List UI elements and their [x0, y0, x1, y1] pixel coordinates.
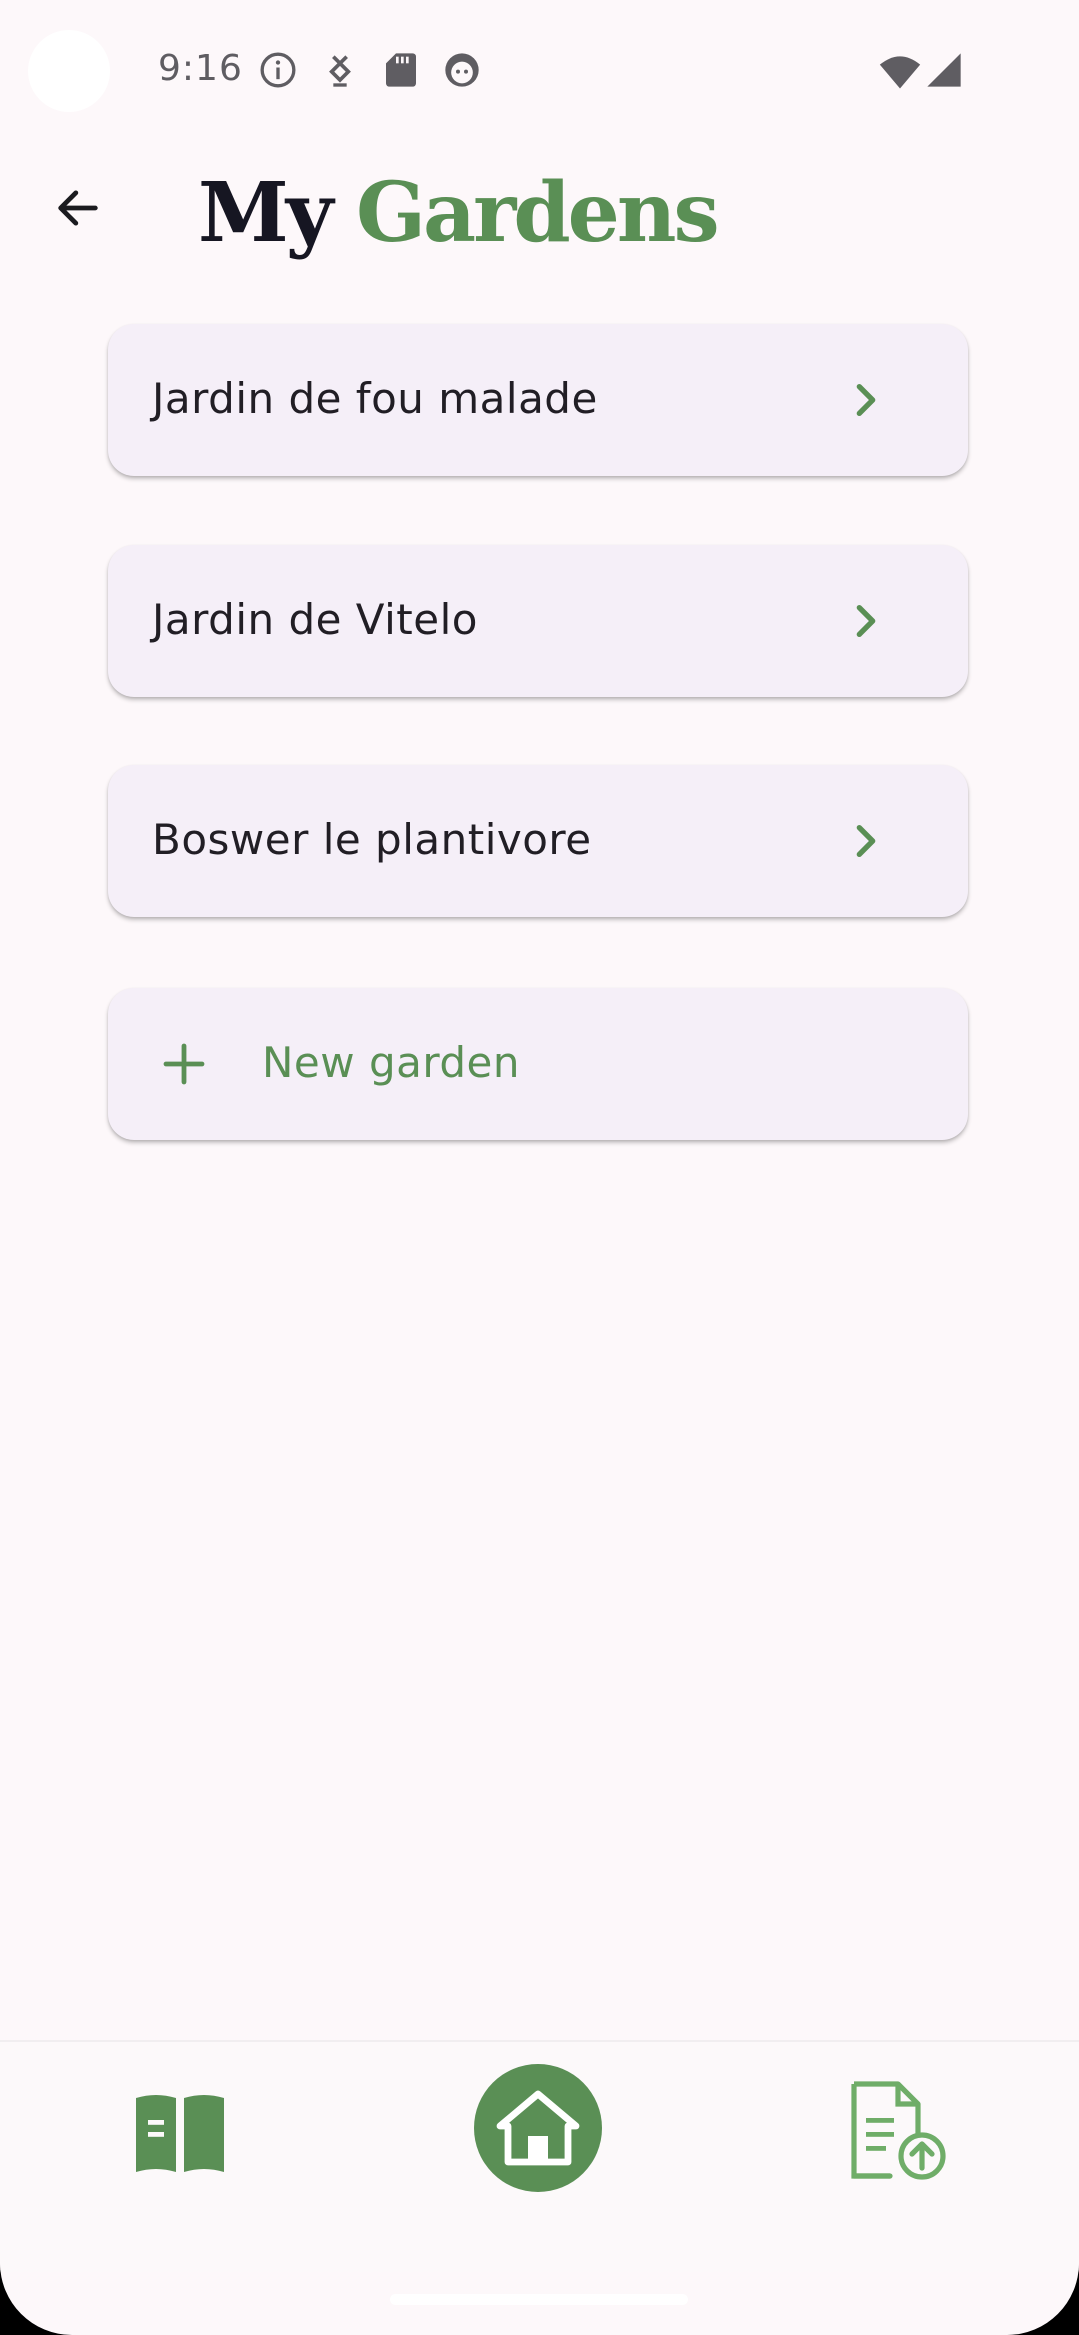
new-garden-button[interactable]: New garden	[108, 988, 968, 1140]
app-screen: 9:16 My Gardens Jardin de fou malade Jar…	[0, 0, 1079, 2335]
wifi-icon	[879, 56, 921, 89]
garden-list-item[interactable]: Jardin de Vitelo	[108, 545, 968, 697]
camera-cutout	[28, 30, 110, 112]
guide-book-icon	[136, 2095, 224, 2172]
bottom-navigation	[0, 2040, 1079, 2272]
garden-name: Boswer le plantivore	[152, 815, 592, 864]
page-title: My Gardens	[198, 158, 720, 268]
back-button[interactable]	[40, 170, 116, 246]
garden-name: Jardin de fou malade	[152, 374, 598, 423]
gesture-home-indicator[interactable]	[390, 2294, 688, 2305]
document-upload-icon	[851, 2081, 946, 2180]
home-icon	[496, 2090, 580, 2166]
status-bar: 9:16	[0, 0, 1079, 140]
page-title-my: My	[198, 165, 333, 261]
chevron-right-icon	[856, 384, 876, 416]
garden-name: Jardin de Vitelo	[152, 595, 478, 644]
cellular-signal-icon	[927, 53, 961, 87]
arrow-back-icon	[58, 190, 98, 226]
download-icon	[329, 55, 351, 87]
plus-icon	[163, 1043, 205, 1085]
nav-home[interactable]	[474, 2064, 602, 2192]
face-icon	[445, 53, 479, 87]
new-garden-label: New garden	[262, 1038, 521, 1087]
garden-list-item[interactable]: Jardin de fou malade	[108, 324, 968, 476]
info-icon	[260, 52, 296, 88]
page-title-gardens: Gardens	[355, 165, 720, 261]
chevron-right-icon	[856, 825, 876, 857]
nav-guide[interactable]	[132, 2090, 228, 2176]
nav-report[interactable]	[846, 2080, 952, 2180]
sd-card-icon	[386, 53, 416, 87]
chevron-right-icon	[856, 605, 876, 637]
status-time: 9:16	[158, 48, 243, 89]
garden-list-item[interactable]: Boswer le plantivore	[108, 765, 968, 917]
